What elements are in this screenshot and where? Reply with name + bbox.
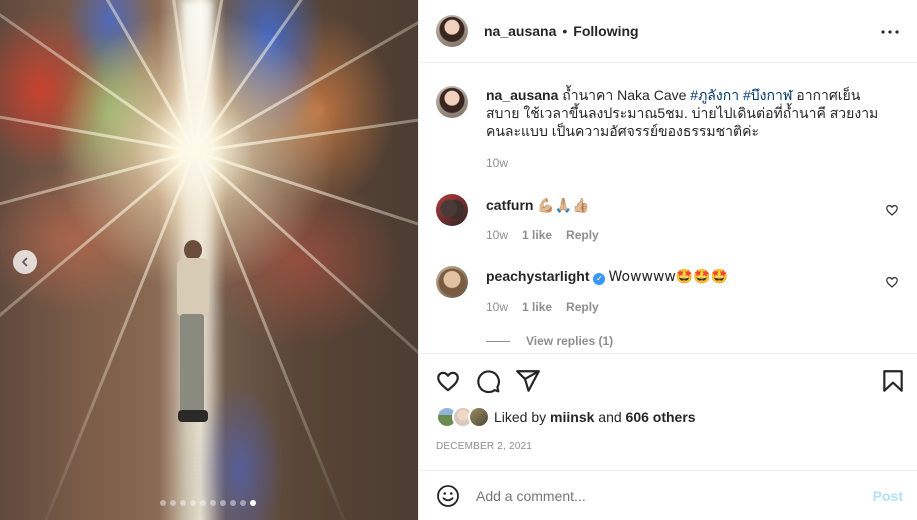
carousel-dots: [160, 500, 256, 506]
view-replies-button[interactable]: View replies (1): [486, 334, 613, 348]
caption-text-before: ถ้ำนาคา Naka Cave: [562, 87, 687, 103]
sun-ray: [36, 150, 197, 520]
more-horizontal-icon: [881, 30, 899, 34]
view-replies-line: [486, 340, 510, 342]
comment-likes[interactable]: 1 like: [522, 228, 552, 242]
sun-ray: [0, 0, 196, 153]
likes-prefix: Liked by: [494, 409, 547, 425]
sun-ray: [193, 150, 418, 434]
sun-ray: [0, 150, 196, 423]
post-side-panel: na_ausana • Following na_ausana ถ้ำนาคา …: [418, 0, 917, 520]
comment-time[interactable]: 10w: [486, 300, 508, 314]
comment-time[interactable]: 10w: [486, 228, 508, 242]
sun-ray: [0, 150, 196, 262]
carousel-dot: [200, 500, 206, 506]
share-paper-plane-icon[interactable]: [515, 368, 541, 394]
likers-avatars[interactable]: [436, 406, 492, 428]
carousel-dot: [240, 500, 246, 506]
comment-body: peachystarlight ✓ Wowwww🤩🤩🤩: [486, 267, 891, 286]
comment-text: Wowwww🤩🤩🤩: [608, 269, 729, 285]
add-comment-bar: Post: [419, 470, 917, 520]
save-bookmark-icon[interactable]: [880, 368, 906, 394]
caption-body: na_ausana ถ้ำนาคา Naka Cave #ภูลังกา #บึ…: [486, 86, 891, 140]
sun-ray: [194, 150, 418, 283]
sun-ray: [0, 77, 196, 153]
reply-button[interactable]: Reply: [566, 300, 599, 314]
sun-ray: [194, 0, 418, 153]
comment-text: 💪🏼🙏🏼👍🏼: [537, 198, 590, 214]
post-dialog: na_ausana • Following na_ausana ถ้ำนาคา …: [0, 0, 917, 520]
carousel-dot: [230, 500, 236, 506]
action-bar: [419, 353, 917, 408]
heart-outline-icon[interactable]: [885, 275, 899, 289]
verified-badge-icon: ✓: [593, 273, 606, 285]
caption-meta: 10w: [486, 156, 508, 170]
post-date[interactable]: DECEMBER 2, 2021: [436, 441, 532, 452]
comment-bubble-icon[interactable]: [475, 368, 501, 394]
more-options-button[interactable]: [880, 22, 900, 42]
likes-others[interactable]: 606 others: [626, 409, 696, 425]
carousel-dot: [170, 500, 176, 506]
carousel-dot: [180, 500, 186, 506]
post-photo[interactable]: [0, 0, 418, 520]
carousel-dot: [190, 500, 196, 506]
view-replies-label: View replies (1): [526, 334, 614, 348]
hashtag-link[interactable]: #บึงกาฬ: [743, 87, 792, 103]
chevron-left-icon: [22, 257, 28, 267]
avatar[interactable]: [436, 15, 468, 47]
carousel-dot: [160, 500, 166, 506]
comment-username[interactable]: catfurn: [486, 197, 533, 213]
post-comment-button[interactable]: Post: [873, 488, 903, 504]
caption-time[interactable]: 10w: [486, 156, 508, 170]
header-username[interactable]: na_ausana: [484, 23, 556, 39]
comment-username[interactable]: peachystarlight: [486, 268, 589, 284]
carousel-dot: [210, 500, 216, 506]
avatar[interactable]: [436, 194, 468, 226]
heart-outline-icon[interactable]: [885, 203, 899, 217]
comment-meta: 10w 1 like Reply: [486, 300, 599, 314]
comment-meta: 10w 1 like Reply: [486, 228, 599, 242]
person-figure: [175, 240, 211, 440]
like-heart-icon[interactable]: [435, 368, 461, 394]
post-header: na_ausana • Following: [419, 0, 917, 63]
caption-username[interactable]: na_ausana: [486, 87, 558, 103]
carousel-dot: [220, 500, 226, 506]
following-button[interactable]: Following: [573, 23, 638, 39]
comment-body: catfurn 💪🏼🙏🏼👍🏼: [486, 196, 891, 215]
likes-summary: Liked by miinsk and 606 others: [436, 406, 696, 428]
hashtag-link[interactable]: #ภูลังกา: [690, 87, 739, 103]
header-separator: •: [562, 23, 568, 39]
reply-button[interactable]: Reply: [566, 228, 599, 242]
likes-first-user[interactable]: miinsk: [550, 409, 594, 425]
likes-conjunction: and: [598, 409, 622, 425]
emoji-smiley-icon[interactable]: [436, 484, 460, 508]
avatar[interactable]: [436, 266, 468, 298]
sun-ray: [193, 150, 354, 520]
comment-likes[interactable]: 1 like: [522, 300, 552, 314]
carousel-prev-button[interactable]: [13, 250, 37, 274]
carousel-dot: [250, 500, 256, 506]
comment-input[interactable]: [476, 487, 866, 504]
avatar: [468, 406, 490, 428]
avatar[interactable]: [436, 86, 468, 118]
